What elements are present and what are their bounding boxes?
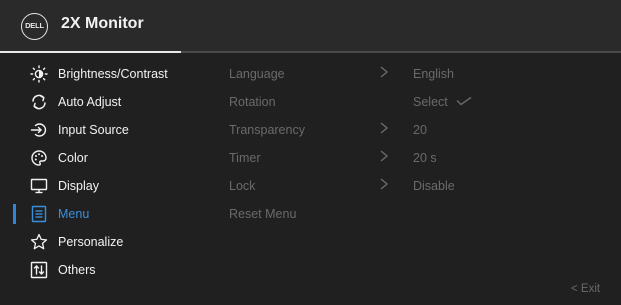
setting-label: Transparency: [229, 123, 305, 137]
brightness-icon: [30, 65, 48, 83]
setting-label: Lock: [229, 179, 256, 193]
sidebar-item-menu[interactable]: Menu: [0, 200, 200, 228]
setting-value: Disable: [413, 179, 455, 193]
sidebar-item-label: Input Source: [58, 123, 129, 137]
setting-value: 20 s: [413, 151, 437, 165]
setting-value: 20: [413, 123, 427, 137]
exit-button[interactable]: < Exit: [571, 283, 600, 295]
sidebar-item-input-source[interactable]: Input Source: [0, 116, 200, 144]
setting-label: Timer: [229, 151, 261, 165]
setting-row-transparency[interactable]: Transparency 20: [229, 116, 609, 144]
header-divider-active: [0, 51, 181, 53]
active-indicator: [13, 204, 16, 224]
setting-row-reset-menu[interactable]: Reset Menu: [229, 200, 609, 228]
sidebar-item-label: Brightness/Contrast: [58, 67, 168, 81]
setting-row-timer[interactable]: Timer 20 s: [229, 144, 609, 172]
chevron-right-icon: [380, 178, 389, 190]
setting-value: Select: [413, 95, 448, 109]
sidebar-item-label: Color: [58, 151, 88, 165]
others-icon: [30, 261, 48, 279]
auto-adjust-icon: [32, 94, 46, 110]
sidebar-item-color[interactable]: Color: [0, 144, 200, 172]
star-icon: [30, 233, 48, 250]
chevron-right-icon: [380, 150, 389, 162]
sidebar-item-brightness-contrast[interactable]: Brightness/Contrast: [0, 60, 200, 88]
sidebar-item-label: Personalize: [58, 235, 124, 249]
setting-label: Rotation: [229, 95, 276, 109]
chevron-right-icon: [380, 66, 389, 78]
page-title: 2X Monitor: [61, 15, 144, 32]
sidebar-item-display[interactable]: Display: [0, 172, 200, 200]
sidebar-item-label: Menu: [58, 207, 90, 221]
display-icon: [30, 178, 48, 194]
monitor-osd: DELL 2X Monitor Brightness/Contrast Auto…: [0, 0, 621, 305]
input-source-icon: [30, 123, 47, 137]
setting-row-language[interactable]: Language English: [229, 60, 609, 88]
sidebar-item-label: Display: [58, 179, 99, 193]
color-palette-icon: [31, 150, 47, 166]
osd-header: DELL 2X Monitor: [0, 0, 621, 52]
check-icon: [456, 96, 472, 106]
setting-value: English: [413, 67, 454, 81]
menu-icon: [31, 205, 47, 223]
dell-logo: DELL: [21, 13, 48, 40]
chevron-right-icon: [380, 122, 389, 134]
sidebar-item-auto-adjust[interactable]: Auto Adjust: [0, 88, 200, 116]
setting-label: Reset Menu: [229, 207, 297, 221]
sidebar-item-others[interactable]: Others: [0, 256, 200, 284]
setting-label: Language: [229, 67, 285, 81]
sidebar-item-label: Auto Adjust: [58, 95, 122, 109]
setting-row-lock[interactable]: Lock Disable: [229, 172, 609, 200]
sidebar-item-personalize[interactable]: Personalize: [0, 228, 200, 256]
setting-row-rotation[interactable]: Rotation Select: [229, 88, 609, 116]
sidebar-item-label: Others: [58, 263, 96, 277]
